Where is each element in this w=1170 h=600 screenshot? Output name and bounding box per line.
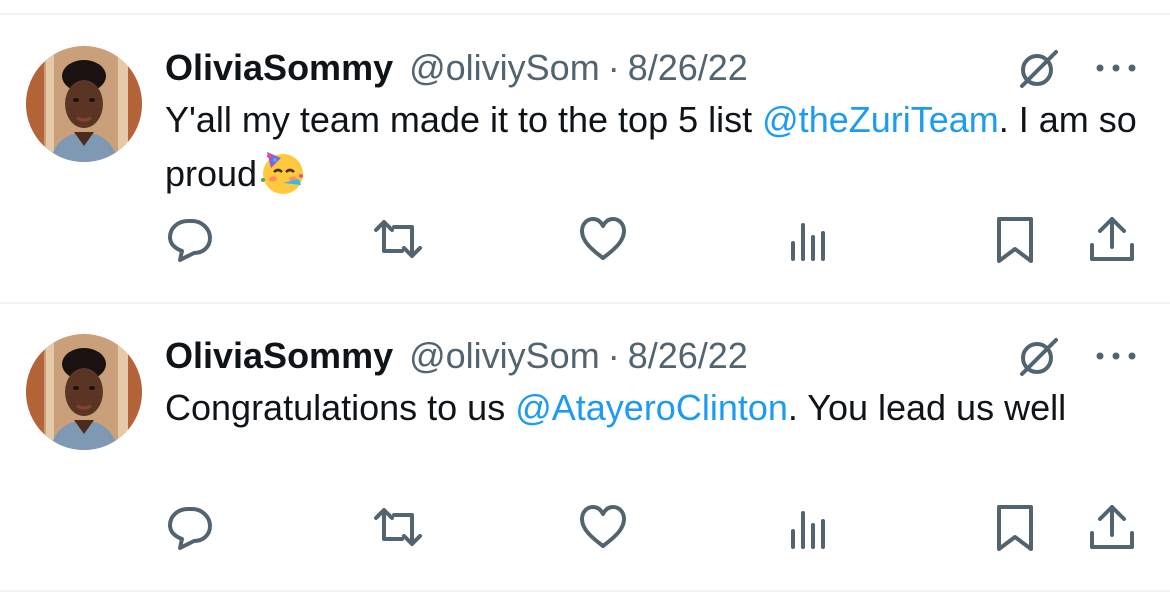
- more-icon[interactable]: [1092, 56, 1140, 80]
- author-handle[interactable]: @oliviySom: [409, 335, 600, 377]
- share-icon[interactable]: [1086, 213, 1138, 265]
- separator-dot: ·: [607, 335, 620, 376]
- tweet-2[interactable]: OliviaSommy @oliviySom · 8/26/22 Congrat…: [0, 334, 1170, 590]
- grok-icon[interactable]: [1016, 46, 1062, 92]
- bookmark-icon[interactable]: [989, 213, 1041, 265]
- views-icon[interactable]: [783, 213, 835, 265]
- mention-link[interactable]: @theZuriTeam: [762, 99, 999, 140]
- tweet-header: OliviaSommy @oliviySom · 8/26/22: [165, 334, 748, 378]
- like-icon[interactable]: [577, 213, 629, 265]
- tweet-text: Y'all my team made it to the top 5 list …: [165, 94, 1140, 200]
- tweet-text-before: Congratulations to us: [165, 387, 516, 428]
- reply-icon[interactable]: [164, 501, 216, 553]
- divider-top: [0, 13, 1170, 15]
- share-icon[interactable]: [1086, 501, 1138, 553]
- separator-dot: ·: [607, 47, 620, 88]
- tweet-text: Congratulations to us @AtayeroClinton. Y…: [165, 382, 1140, 434]
- bookmark-icon[interactable]: [989, 501, 1041, 553]
- author-name[interactable]: OliviaSommy: [165, 335, 393, 377]
- divider-middle: [0, 302, 1170, 304]
- tweet-text-after: . You lead us well: [787, 387, 1067, 428]
- tweet-header: OliviaSommy @oliviySom · 8/26/22: [165, 46, 748, 90]
- partying-face-emoji-icon: [257, 146, 309, 198]
- tweet-date[interactable]: 8/26/22: [628, 335, 748, 377]
- more-icon[interactable]: [1092, 344, 1140, 368]
- tweet-text-before: Y'all my team made it to the top 5 list: [165, 99, 763, 140]
- retweet-icon[interactable]: [372, 501, 424, 553]
- divider-bottom: [0, 590, 1170, 592]
- reply-icon[interactable]: [164, 213, 216, 265]
- author-name[interactable]: OliviaSommy: [165, 47, 393, 89]
- avatar[interactable]: [26, 46, 142, 162]
- grok-icon[interactable]: [1016, 334, 1062, 380]
- author-handle[interactable]: @oliviySom: [409, 47, 600, 89]
- views-icon[interactable]: [783, 501, 835, 553]
- avatar[interactable]: [26, 334, 142, 450]
- tweet-1[interactable]: OliviaSommy @oliviySom · 8/26/22 Y'all m…: [0, 46, 1170, 302]
- retweet-icon[interactable]: [372, 213, 424, 265]
- tweet-feed: OliviaSommy @oliviySom · 8/26/22 Y'all m…: [0, 0, 1170, 600]
- tweet-date[interactable]: 8/26/22: [628, 47, 748, 89]
- mention-link[interactable]: @AtayeroClinton: [515, 387, 788, 428]
- like-icon[interactable]: [577, 501, 629, 553]
